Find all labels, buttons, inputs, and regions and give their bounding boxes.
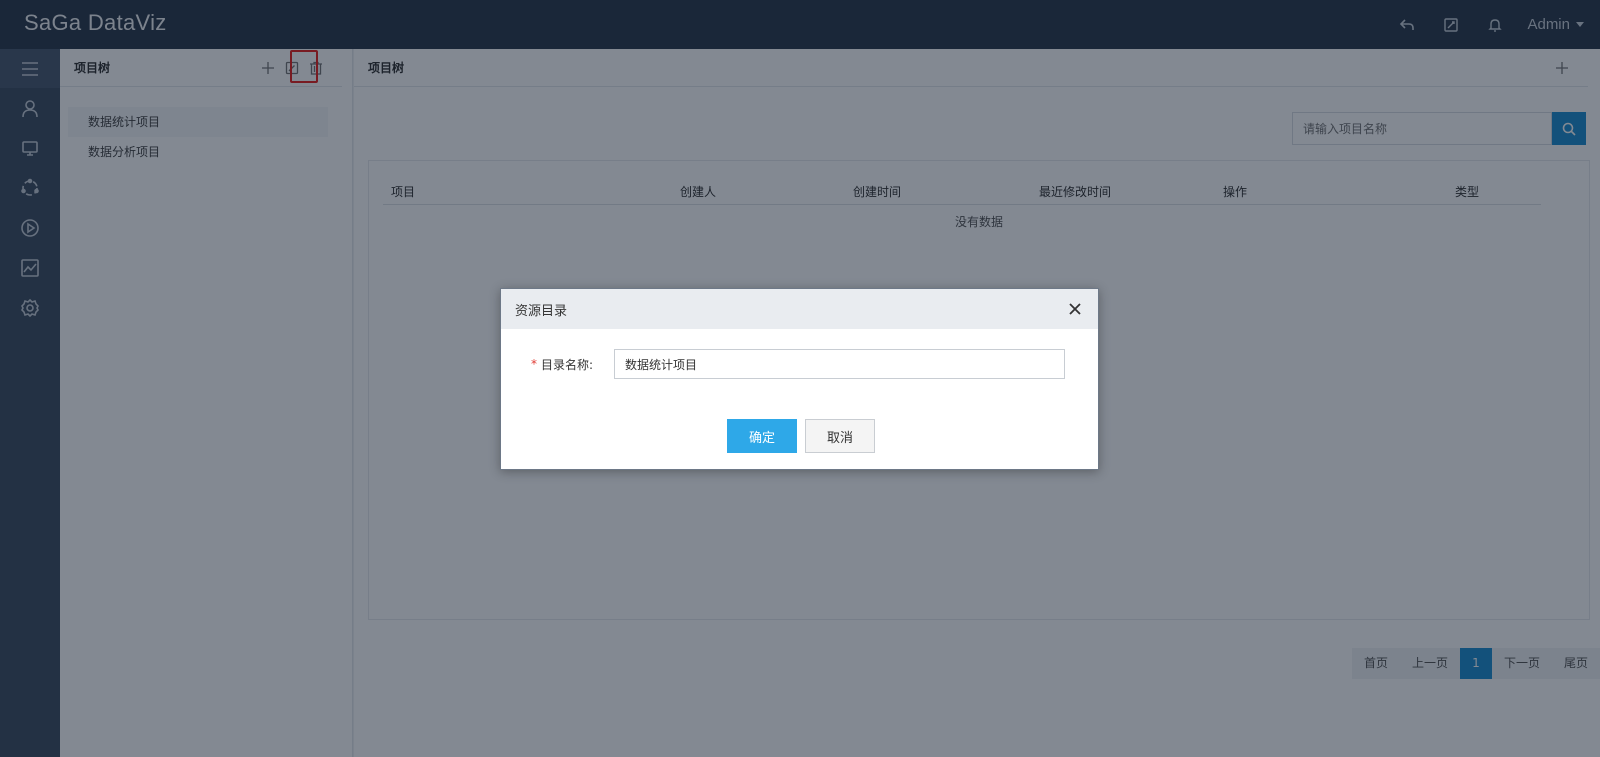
- cancel-button[interactable]: 取消: [805, 419, 875, 453]
- dialog-header: 资源目录: [501, 289, 1098, 329]
- required-mark: *: [531, 357, 537, 371]
- dialog-title: 资源目录: [515, 303, 568, 319]
- close-icon[interactable]: [1066, 300, 1084, 318]
- directory-name-label: 目录名称:: [541, 358, 594, 372]
- confirm-button[interactable]: 确定: [727, 419, 797, 453]
- directory-name-row: * 目录名称:: [501, 349, 1098, 379]
- directory-name-input[interactable]: [614, 349, 1065, 379]
- resource-directory-dialog: 资源目录 * 目录名称: 确定 取消: [500, 288, 1099, 470]
